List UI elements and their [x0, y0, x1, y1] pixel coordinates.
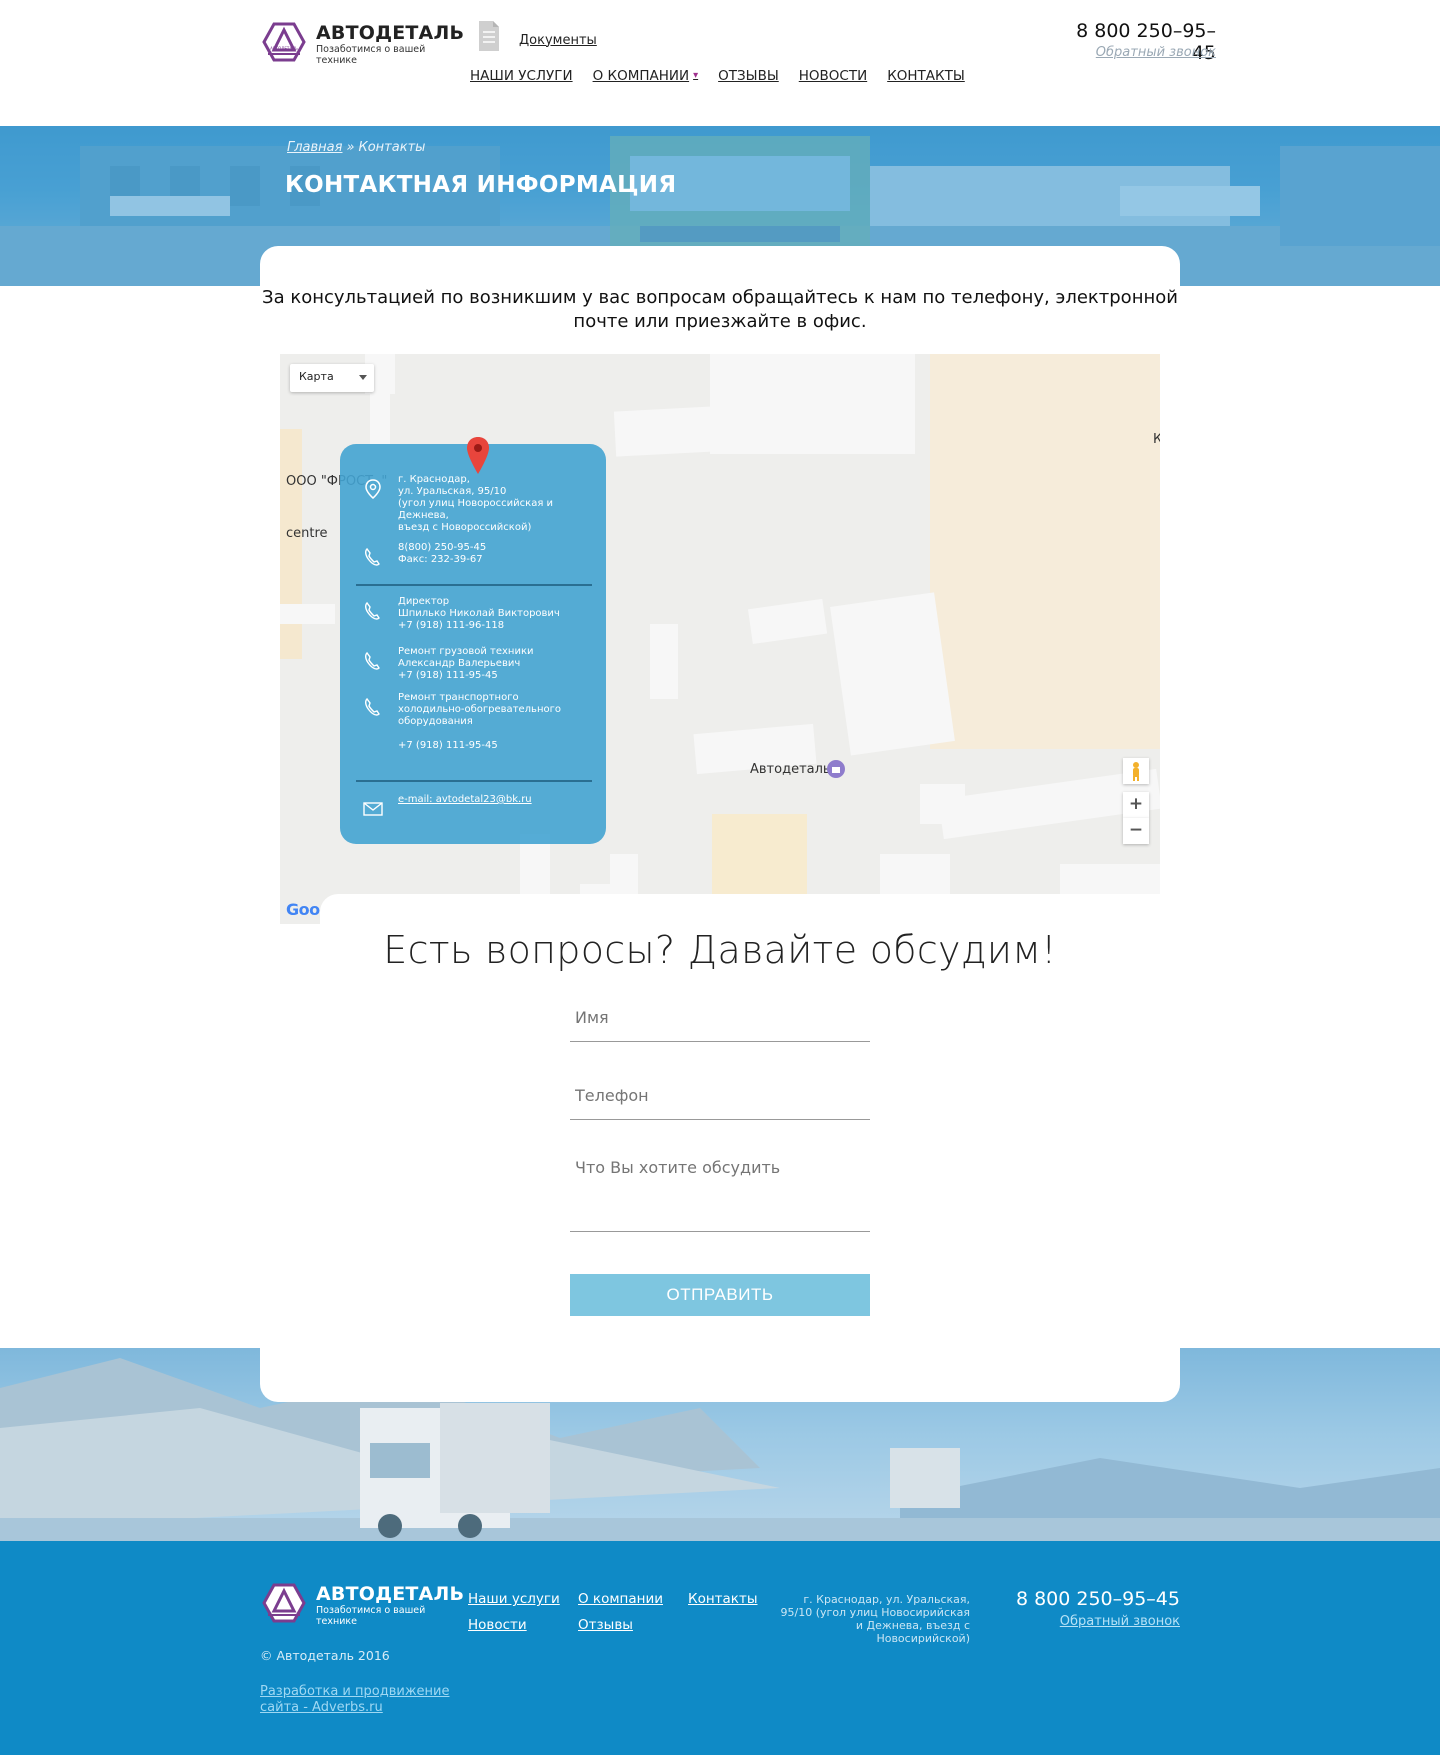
map-label-edge: К	[1153, 432, 1160, 447]
contact-info-panel: г. Краснодар, ул. Уральская, 95/10 (угол…	[340, 444, 606, 844]
logo-mark-icon	[262, 1583, 306, 1623]
breadcrumb-current: Контакты	[358, 140, 426, 155]
documents-link[interactable]: Документы	[519, 33, 597, 48]
google-logo: Goo	[286, 900, 320, 919]
phone-icon	[364, 601, 380, 620]
footer-logo-name: АВТОДЕТАЛЬ	[316, 1583, 465, 1605]
footer-nav-contacts[interactable]: Контакты	[688, 1591, 757, 1607]
shop-marker-icon[interactable]	[826, 759, 846, 779]
address-text: г. Краснодар, ул. Уральская, 95/10 (угол…	[398, 474, 554, 533]
phone-input[interactable]	[570, 1086, 870, 1105]
info-email: e-mail: avtodetal23@bk.ru	[362, 794, 532, 820]
breadcrumb-home[interactable]: Главная	[287, 140, 342, 155]
nav-services[interactable]: НАШИ УСЛУГИ	[470, 68, 573, 84]
map-label-place: Автодеталь	[750, 762, 831, 777]
footer-nav-reviews[interactable]: Отзывы	[578, 1617, 633, 1633]
map-label-centre: centre	[286, 526, 328, 541]
name-field[interactable]	[570, 1008, 870, 1042]
submit-button[interactable]: ОТПРАВИТЬ	[570, 1274, 870, 1316]
intro-text: За консультацией по возникшим у вас вопр…	[262, 287, 1178, 332]
equipment-text: Ремонт транспортного холодильно-обогрева…	[398, 692, 561, 751]
site-header: АВТОДЕТАЛЬ АВТОДЕТАЛЬ Позаботимся о ваше…	[0, 0, 1440, 126]
info-divider	[356, 584, 592, 586]
location-pin-icon	[365, 479, 381, 499]
info-director: Директор Шпилько Николай Викторович +7 (…	[362, 596, 560, 632]
footer-logo[interactable]: АВТОДЕТАЛЬ Позаботимся о вашей технике	[260, 1581, 464, 1627]
phone-icon	[364, 651, 380, 670]
info-address: г. Краснодар, ул. Уральская, 95/10 (угол…	[362, 474, 606, 534]
info-divider	[356, 780, 592, 782]
footer-nav-news[interactable]: Новости	[468, 1617, 527, 1633]
dropdown-arrow-icon	[359, 375, 367, 380]
copyright: © Автодеталь 2016	[260, 1648, 390, 1663]
message-field[interactable]	[570, 1152, 870, 1232]
nav-news[interactable]: НОВОСТИ	[799, 68, 867, 84]
page-title: КОНТАКТНАЯ ИНФОРМАЦИЯ	[285, 172, 677, 198]
site-logo[interactable]: АВТОДЕТАЛЬ АВТОДЕТАЛЬ Позаботимся о ваше…	[260, 20, 464, 66]
footer-logo-tagline: Позаботимся о вашей технике	[316, 1605, 426, 1627]
logo-small-text: АВТОДЕТАЛЬ	[270, 46, 298, 51]
breadcrumb-separator: »	[346, 140, 355, 155]
name-input[interactable]	[570, 1008, 870, 1027]
google-map[interactable]: Карта ООО "ФРОСТ.." centre Автодеталь К …	[280, 354, 1160, 924]
phone-icon	[364, 547, 380, 566]
contacts-card: За консультацией по возникшим у вас вопр…	[260, 246, 1180, 1402]
footer-nav-company[interactable]: О компании	[578, 1591, 663, 1607]
nav-contacts[interactable]: КОНТАКТЫ	[887, 68, 965, 84]
message-textarea[interactable]	[570, 1152, 870, 1222]
logo-tagline: Позаботимся о вашей технике	[316, 44, 426, 66]
logo-name: АВТОДЕТАЛЬ	[316, 22, 465, 44]
info-phones: 8(800) 250-95-45 Факс: 232-39-67	[362, 542, 486, 568]
document-icon	[479, 21, 499, 51]
nav-contacts-label: КОНТАКТЫ	[887, 68, 965, 84]
zoom-out-button[interactable]: −	[1123, 818, 1149, 844]
chevron-down-icon: ▾	[693, 69, 699, 81]
director-text: Директор Шпилько Николай Викторович +7 (…	[398, 596, 560, 631]
footer-address: г. Краснодар, ул. Уральская, 95/10 (угол…	[780, 1593, 970, 1645]
documents-block: Документы	[477, 20, 597, 52]
email-link[interactable]: e-mail: avtodetal23@bk.ru	[398, 794, 532, 820]
logo-mark-icon: АВТОДЕТАЛЬ	[262, 22, 306, 62]
nav-company[interactable]: О КОМПАНИИ ▾	[593, 68, 699, 84]
info-repair: Ремонт грузовой техники Александр Валерь…	[362, 646, 534, 682]
main-nav: НАШИ УСЛУГИ О КОМПАНИИ ▾ ОТЗЫВЫ НОВОСТИ К…	[470, 68, 965, 84]
google-logo-text: Goo	[286, 900, 320, 919]
nav-reviews-label: ОТЗЫВЫ	[718, 68, 779, 84]
site-footer: АВТОДЕТАЛЬ Позаботимся о вашей технике ©…	[0, 1541, 1440, 1755]
zoom-in-button[interactable]: +	[1123, 792, 1149, 818]
nav-news-label: НОВОСТИ	[798, 68, 868, 84]
street-view-pegman-icon[interactable]	[1123, 758, 1149, 784]
phones-text: 8(800) 250-95-45 Факс: 232-39-67	[398, 542, 487, 565]
map-type-select[interactable]: Карта	[290, 364, 374, 392]
map-marker-icon[interactable]	[466, 436, 490, 476]
repair-text: Ремонт грузовой техники Александр Валерь…	[398, 646, 534, 681]
phone-icon	[364, 697, 380, 716]
map-type-label: Карта	[299, 370, 334, 383]
nav-reviews[interactable]: ОТЗЫВЫ	[718, 68, 779, 84]
footer-nav-services[interactable]: Наши услуги	[468, 1591, 560, 1607]
envelope-icon	[363, 802, 383, 816]
breadcrumb: Главная » Контакты	[287, 140, 425, 155]
nav-services-label: НАШИ УСЛУГИ	[470, 68, 573, 84]
nav-company-label: О КОМПАНИИ	[592, 68, 690, 84]
footer-phone[interactable]: 8 800 250–95–45	[1010, 1588, 1180, 1610]
header-callback-link[interactable]: Обратный звонок	[1060, 45, 1216, 60]
developer-link[interactable]: Разработка и продвижение сайта - Adverbs…	[260, 1684, 460, 1716]
phone-field[interactable]	[570, 1086, 870, 1120]
info-equipment: Ремонт транспортного холодильно-обогрева…	[362, 692, 561, 752]
footer-callback-link[interactable]: Обратный звонок	[1010, 1614, 1180, 1629]
form-title: Есть вопросы? Давайте обсудим!	[383, 928, 1057, 972]
